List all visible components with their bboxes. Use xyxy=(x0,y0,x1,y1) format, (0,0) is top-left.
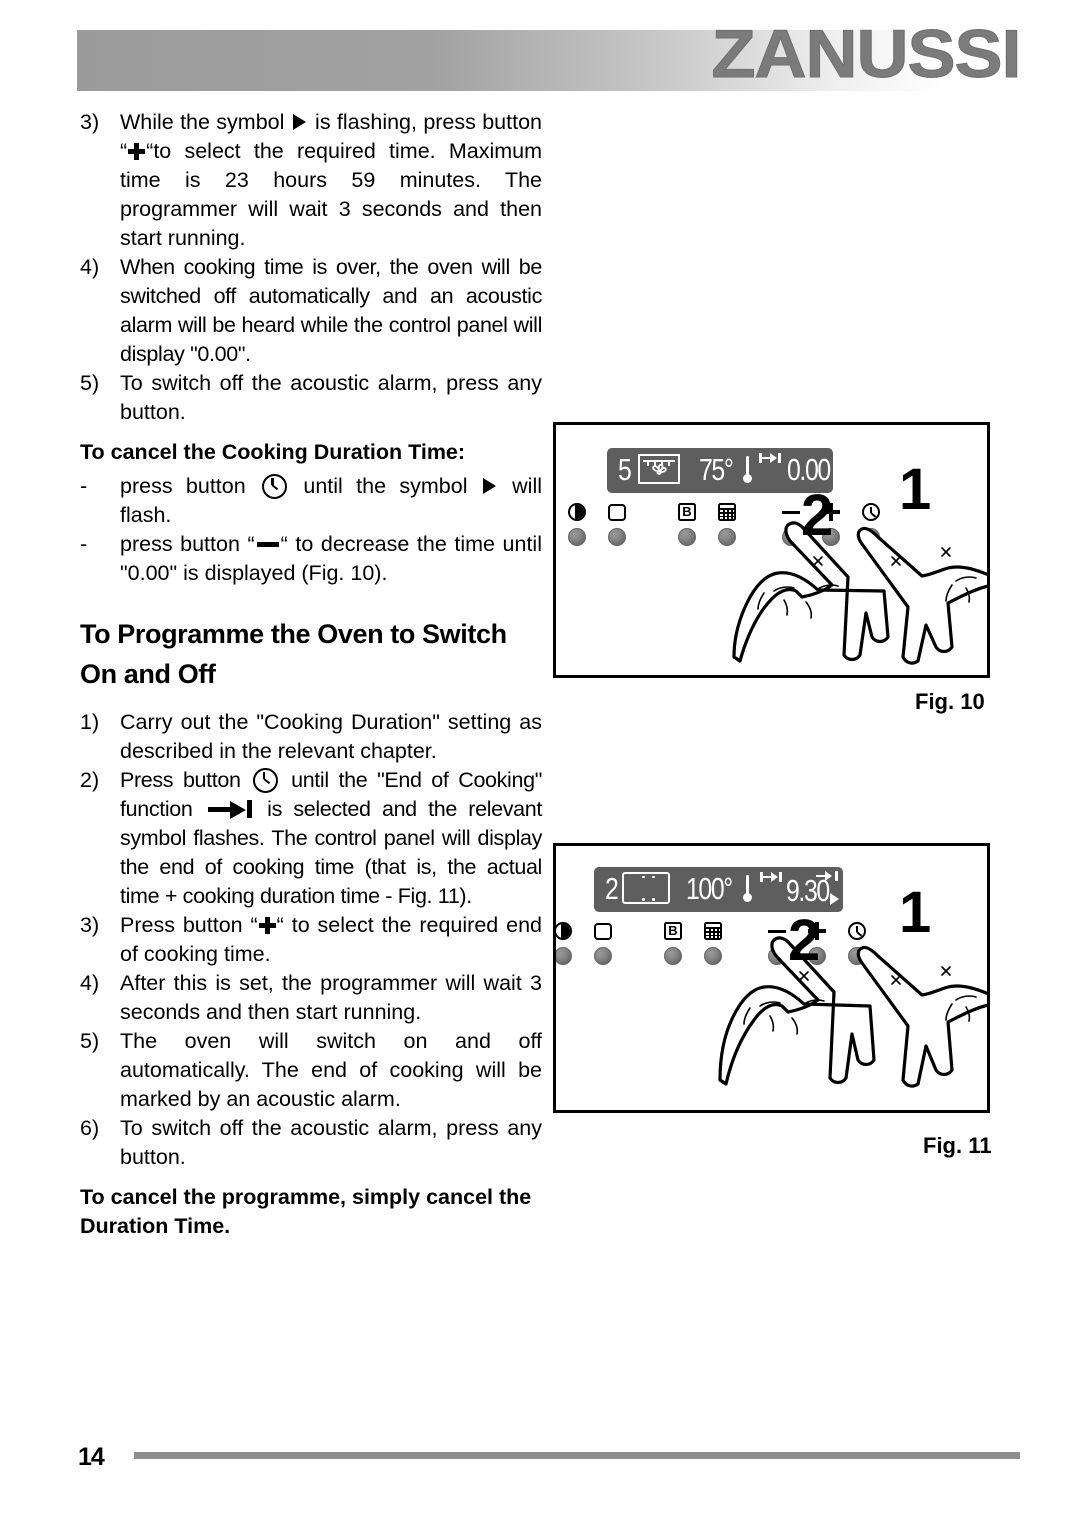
fig10-step-1-number: 1 xyxy=(899,457,931,522)
numbered-item: 6) To switch off the acoustic alarm, pres… xyxy=(80,1114,542,1172)
play-triangle-icon xyxy=(482,478,496,495)
section-title: To Programme the Oven to Switch On and O… xyxy=(80,619,507,689)
item-text: Press button ““ to select the required e… xyxy=(120,913,543,966)
item-marker: 5) xyxy=(80,1029,100,1053)
item-text: The oven will switch on and off automati… xyxy=(120,1029,542,1111)
item-text: To switch off the acoustic alarm, press … xyxy=(120,1116,542,1169)
numbered-item: 5) The oven will switch on and off automa… xyxy=(80,1027,542,1114)
item-marker: 5) xyxy=(80,371,100,395)
play-triangle-icon xyxy=(292,114,306,131)
zanussi-logo: ZANUSSI xyxy=(711,16,1022,92)
bullet-item: - press button until the symbol will flas… xyxy=(80,472,542,530)
item-text: press button ““ to decrease the time unt… xyxy=(120,532,542,585)
plus-icon xyxy=(258,917,276,935)
item-marker: 4) xyxy=(80,255,100,279)
minus-icon xyxy=(256,541,279,547)
footer-rule xyxy=(134,1452,1020,1459)
item-text: Carry out the "Cooking Duration" setting… xyxy=(120,710,542,763)
numbered-item: 3) Press button ““ to select the required… xyxy=(80,911,542,969)
item-marker: 1) xyxy=(80,710,100,734)
item-text: Press button until the "End of Cooking" … xyxy=(120,767,542,908)
item-marker: 3) xyxy=(80,913,100,937)
item-marker: 3) xyxy=(80,110,100,134)
body-text-column: 3) While the symbol is flashing, press bu… xyxy=(80,108,542,1246)
item-marker: - xyxy=(80,474,88,498)
item-text: After this is set, the programmer will w… xyxy=(120,971,542,1024)
figure-10-illustration: 5 75° 0.00 B 1 2 xyxy=(553,422,990,678)
numbered-item: 5) To switch off the acoustic alarm, pres… xyxy=(80,369,542,427)
bullet-item: - press button ““ to decrease the time u… xyxy=(80,530,542,588)
item-marker: 6) xyxy=(80,1116,100,1140)
item-marker: 2) xyxy=(80,768,100,792)
figure-10-caption: Fig. 10 xyxy=(915,689,985,714)
fig11-step-2-number: 2 xyxy=(788,908,820,973)
end-of-cooking-icon xyxy=(207,800,252,819)
item-marker: 4) xyxy=(80,971,100,995)
section-subheading: To cancel the Cooking Duration Time: xyxy=(80,440,466,464)
numbered-item: 1) Carry out the "Cooking Duration" setti… xyxy=(80,708,542,766)
plus-icon xyxy=(128,143,146,161)
item-text: When cooking time is over, the oven will… xyxy=(120,255,542,366)
numbered-item: 3) While the symbol is flashing, press bu… xyxy=(80,108,542,253)
section-subheading: To cancel the programme, simply cancel t… xyxy=(80,1185,532,1238)
item-text: press button until the symbol will flash… xyxy=(120,473,543,527)
fig10-step-2-number: 2 xyxy=(801,483,833,548)
numbered-item: 4) After this is set, the programmer will… xyxy=(80,969,542,1027)
numbered-item: 4) When cooking time is over, the oven wi… xyxy=(80,253,542,369)
fig11-step-1-number: 1 xyxy=(899,880,931,945)
item-marker: - xyxy=(80,532,88,556)
figure-11-illustration: 2 100° 9.30 B 1 2 xyxy=(553,843,990,1113)
numbered-item: 2) Press button until the "End of Cooking… xyxy=(80,766,542,911)
page-number: 14 xyxy=(78,1443,105,1471)
figure-11-caption: Fig. 11 xyxy=(923,1133,992,1158)
clock-icon xyxy=(253,767,279,793)
page-header-bar: ZANUSSI xyxy=(77,20,1022,91)
item-text: To switch off the acoustic alarm, press … xyxy=(120,371,542,424)
clock-icon xyxy=(262,473,288,499)
item-text: While the symbol is flashing, press butt… xyxy=(120,110,542,250)
